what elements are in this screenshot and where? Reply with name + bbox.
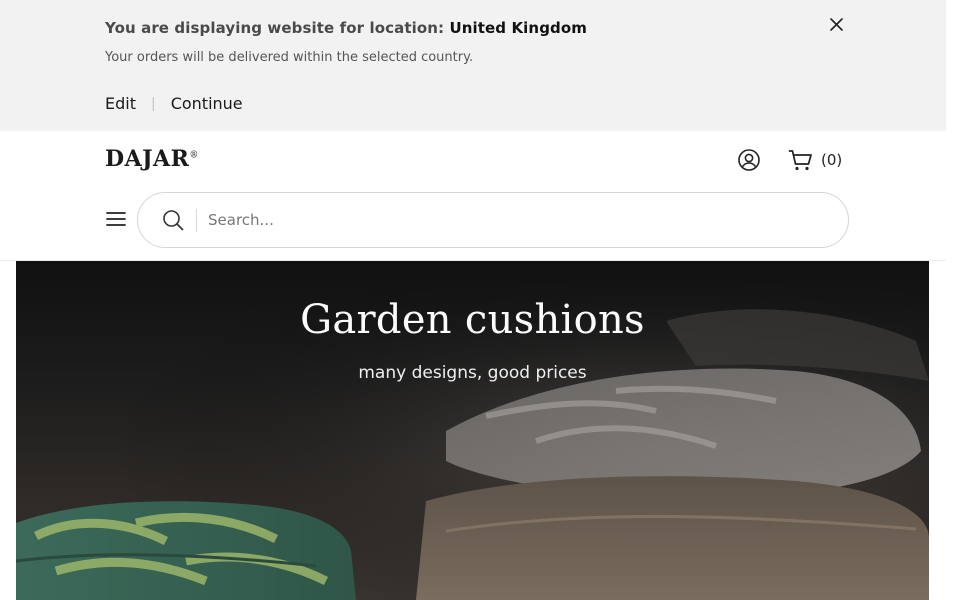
logo-registered-mark: ® bbox=[189, 150, 199, 161]
hero-banner[interactable]: Garden cushions many designs, good price… bbox=[16, 261, 929, 600]
menu-button[interactable] bbox=[106, 210, 128, 230]
account-button[interactable] bbox=[737, 148, 761, 172]
location-country: United Kingdom bbox=[449, 19, 588, 37]
location-title-prefix: You are displaying website for location: bbox=[105, 19, 445, 37]
action-separator: | bbox=[150, 95, 156, 112]
search-bar[interactable] bbox=[137, 192, 849, 248]
edit-location-link[interactable]: Edit bbox=[105, 94, 136, 113]
shopping-cart-icon bbox=[788, 150, 812, 171]
location-actions: Edit | Continue bbox=[105, 94, 243, 113]
continue-link[interactable]: Continue bbox=[171, 94, 243, 113]
site-header: DAJAR® (0) bbox=[0, 131, 946, 261]
hero-title: Garden cushions bbox=[300, 297, 645, 343]
location-banner-title: You are displaying website for location:… bbox=[105, 19, 587, 37]
cart-count: (0) bbox=[821, 151, 843, 169]
search-input[interactable] bbox=[208, 203, 808, 237]
location-banner: You are displaying website for location:… bbox=[0, 0, 946, 131]
search-divider bbox=[196, 209, 197, 232]
close-banner-button[interactable] bbox=[827, 15, 845, 33]
user-circle-icon bbox=[738, 149, 760, 171]
logo-text: DAJAR bbox=[105, 146, 190, 172]
close-icon bbox=[829, 17, 843, 31]
search-icon[interactable] bbox=[162, 209, 184, 231]
dajar-logo[interactable]: DAJAR® bbox=[105, 146, 199, 172]
hero-subtitle: many designs, good prices bbox=[358, 363, 587, 383]
location-banner-subtitle: Your orders will be delivered within the… bbox=[105, 50, 474, 65]
cart-button[interactable]: (0) bbox=[788, 147, 842, 173]
hamburger-menu-icon bbox=[106, 212, 126, 226]
